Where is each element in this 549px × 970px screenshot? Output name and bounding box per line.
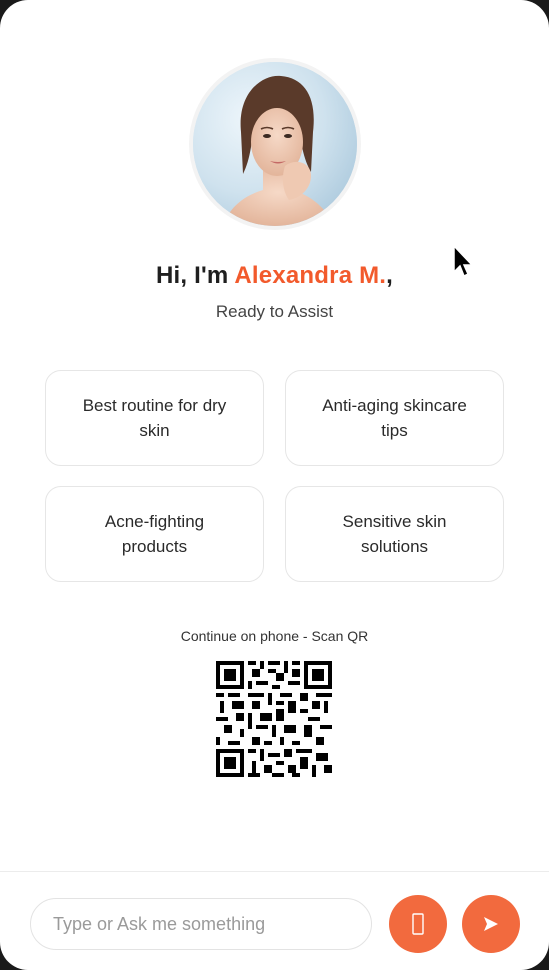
assistant-status: Ready to Assist xyxy=(215,302,334,321)
suggestion-dry-skin-routine[interactable]: Best routine for dry skin xyxy=(45,370,264,466)
suggestion-acne-products[interactable]: Acne-fighting products xyxy=(45,486,264,582)
mouse-cursor-icon xyxy=(453,244,474,278)
send-button[interactable] xyxy=(462,895,520,953)
composer-divider xyxy=(0,871,549,872)
chat-widget: Hi, I'm Alexandra M., Ready to Assist Be… xyxy=(0,0,549,970)
suggestion-label: Best routine for dry skin xyxy=(82,396,227,440)
greeting-suffix: , xyxy=(386,262,394,289)
suggestion-anti-aging-tips[interactable]: Anti-aging skincare tips xyxy=(285,370,504,466)
suggestion-label: Sensitive skin solutions xyxy=(342,512,447,556)
qr-caption: Continue on phone - Scan QR xyxy=(180,628,369,644)
suggestion-label: Acne-fighting products xyxy=(104,512,205,556)
assistant-name: Alexandra M. xyxy=(234,262,387,289)
mic-icon xyxy=(412,913,424,935)
mic-button[interactable] xyxy=(389,895,447,953)
message-input[interactable] xyxy=(30,898,372,950)
assistant-avatar xyxy=(189,58,361,230)
avatar-portrait-image xyxy=(193,62,357,226)
send-icon xyxy=(484,917,498,931)
qr-code xyxy=(216,661,332,777)
suggestion-label: Anti-aging skincare tips xyxy=(322,396,467,440)
suggestion-sensitive-skin[interactable]: Sensitive skin solutions xyxy=(285,486,504,582)
greeting-prefix: Hi, I'm xyxy=(155,262,235,289)
